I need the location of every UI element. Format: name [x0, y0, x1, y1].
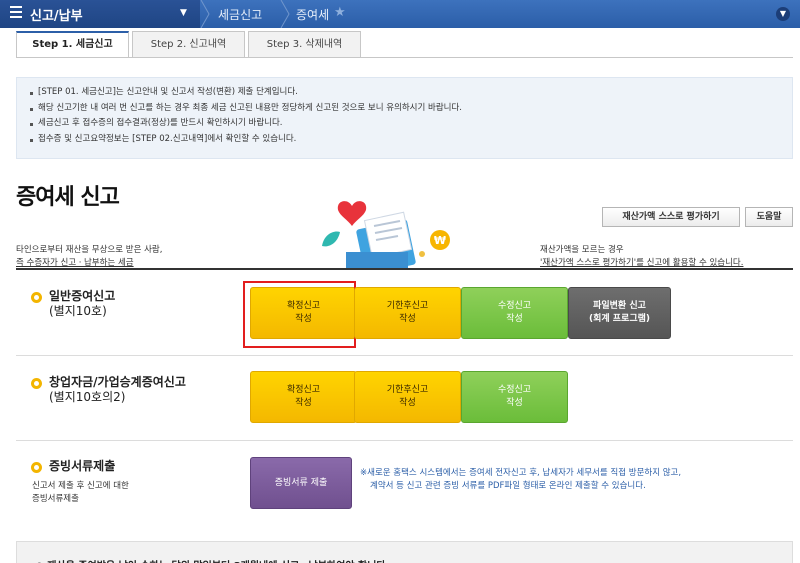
self-evaluate-property-button[interactable]: 재산가액 스스로 평가하기: [602, 207, 740, 227]
page-title: 증여세 신고: [16, 185, 120, 210]
self-evaluate-description: 재산가액을 모르는 경우 '재산가액 스스로 평가하기'를 신고에 활용할 수 …: [540, 244, 743, 270]
row-subtitle-text: (별지10호): [49, 304, 107, 318]
row-divider: [16, 440, 793, 441]
info-box: [STEP 01. 세금신고]는 신고안내 및 신고서 작성(변환) 제출 단계…: [16, 77, 793, 159]
row-title-text: 창업자금/가업승계증여신고: [49, 375, 186, 389]
breadcrumb-separator-icon: [280, 0, 290, 28]
favorite-star-icon[interactable]: ★: [334, 5, 346, 20]
row-bullet-icon: [31, 462, 42, 473]
evidence-note: 신고서 제출 후 신고에 대한 증빙서류제출: [32, 480, 129, 506]
breadcrumb-separator-icon: [200, 0, 210, 28]
file-convert-report-button[interactable]: 파일변환 신고 (회계 프로그램): [568, 287, 671, 339]
breadcrumb-item-gift-tax[interactable]: 증여세: [296, 6, 329, 23]
svg-text:₩: ₩: [434, 234, 446, 247]
row-subtitle-text: (별지10호의2): [49, 390, 126, 404]
tab-step1[interactable]: Step 1. 세금신고: [16, 31, 129, 58]
caret-down-icon: ▼: [180, 8, 187, 18]
breadcrumb-item-tax-report[interactable]: 세금신고: [218, 6, 262, 23]
tab-underline: [16, 57, 793, 58]
evidence-notice: ※새로운 홈택스 시스템에서는 증여세 전자신고 후, 납세자가 세무서를 직접…: [360, 467, 681, 493]
evidence-note-line: 증빙서류제출: [32, 494, 79, 504]
late-report-button[interactable]: 기한후신고 작성: [354, 287, 461, 339]
row-bullet-icon: [31, 378, 42, 389]
late-report-button[interactable]: 기한후신고 작성: [354, 371, 461, 423]
tab-step2[interactable]: Step 2. 신고내역: [132, 31, 245, 58]
evidence-note-line: 신고서 제출 후 신고에 대한: [32, 481, 129, 491]
info-item: 해당 신고기한 내 여러 번 신고를 하는 경우 최종 세금 신고된 내용만 정…: [29, 101, 780, 117]
row-title-evidence: 증빙서류제출: [49, 459, 115, 474]
tax-description-line: 타인으로부터 재산을 무상으로 받은 사람,: [16, 245, 163, 255]
row-title-general-gift: 일반증여신고 (별지10호): [49, 289, 115, 319]
menu-dropdown[interactable]: 신고/납부 ▼: [0, 0, 200, 28]
chevron-down-circle-icon[interactable]: ▼: [776, 7, 790, 21]
submit-evidence-button[interactable]: 증빙서류 제출: [250, 457, 352, 509]
confirm-report-button[interactable]: 확정신고 작성: [250, 371, 357, 423]
deadline-notice: ● 재산을 증여받은 날이 속하는 달의 말일부터 3개월내에 신고ㆍ납부하여야…: [16, 541, 793, 563]
tab-step3[interactable]: Step 3. 삭제내역: [248, 31, 361, 58]
evidence-notice-line: ※새로운 홈택스 시스템에서는 증여세 전자신고 후, 납세자가 세무서를 직접…: [360, 468, 682, 478]
section-divider: [16, 268, 793, 270]
evidence-notice-line: 계약서 등 신고 관련 증빙 서류를 PDF파일 형태로 온라인 제출할 수 있…: [370, 481, 646, 491]
info-item: [STEP 01. 세금신고]는 신고안내 및 신고서 작성(변환) 제출 단계…: [29, 85, 780, 101]
row-title-startup-gift: 창업자금/가업승계증여신고 (별지10호의2): [49, 375, 186, 405]
row-bullet-icon: [31, 292, 42, 303]
info-item: 접수증 및 신고요약정보는 [STEP 02.신고내역]에서 확인할 수 있습니…: [29, 132, 780, 148]
hamburger-icon: [10, 6, 22, 20]
top-nav-bar: 신고/납부 ▼ 세금신고 증여세 ★ ▼: [0, 0, 800, 28]
tax-description: 타인으로부터 재산을 무상으로 받은 사람, 즉 수증자가 신고ㆍ납부하는 세금: [16, 244, 162, 270]
menu-title: 신고/납부: [30, 9, 83, 24]
row-divider: [16, 355, 793, 356]
amend-report-button[interactable]: 수정신고 작성: [461, 371, 568, 423]
gift-envelope-illustration-icon: ₩: [322, 201, 450, 268]
row-title-text: 증빙서류제출: [49, 459, 116, 473]
help-button[interactable]: 도움말: [745, 207, 793, 227]
self-evaluate-description-line: 재산가액을 모르는 경우: [540, 245, 624, 255]
highlight-box: [243, 281, 356, 348]
info-item: 세금신고 후 접수증의 접수결과(정상)를 반드시 확인하시기 바랍니다.: [29, 116, 780, 132]
row-title-text: 일반증여신고: [49, 289, 116, 303]
amend-report-button[interactable]: 수정신고 작성: [461, 287, 568, 339]
